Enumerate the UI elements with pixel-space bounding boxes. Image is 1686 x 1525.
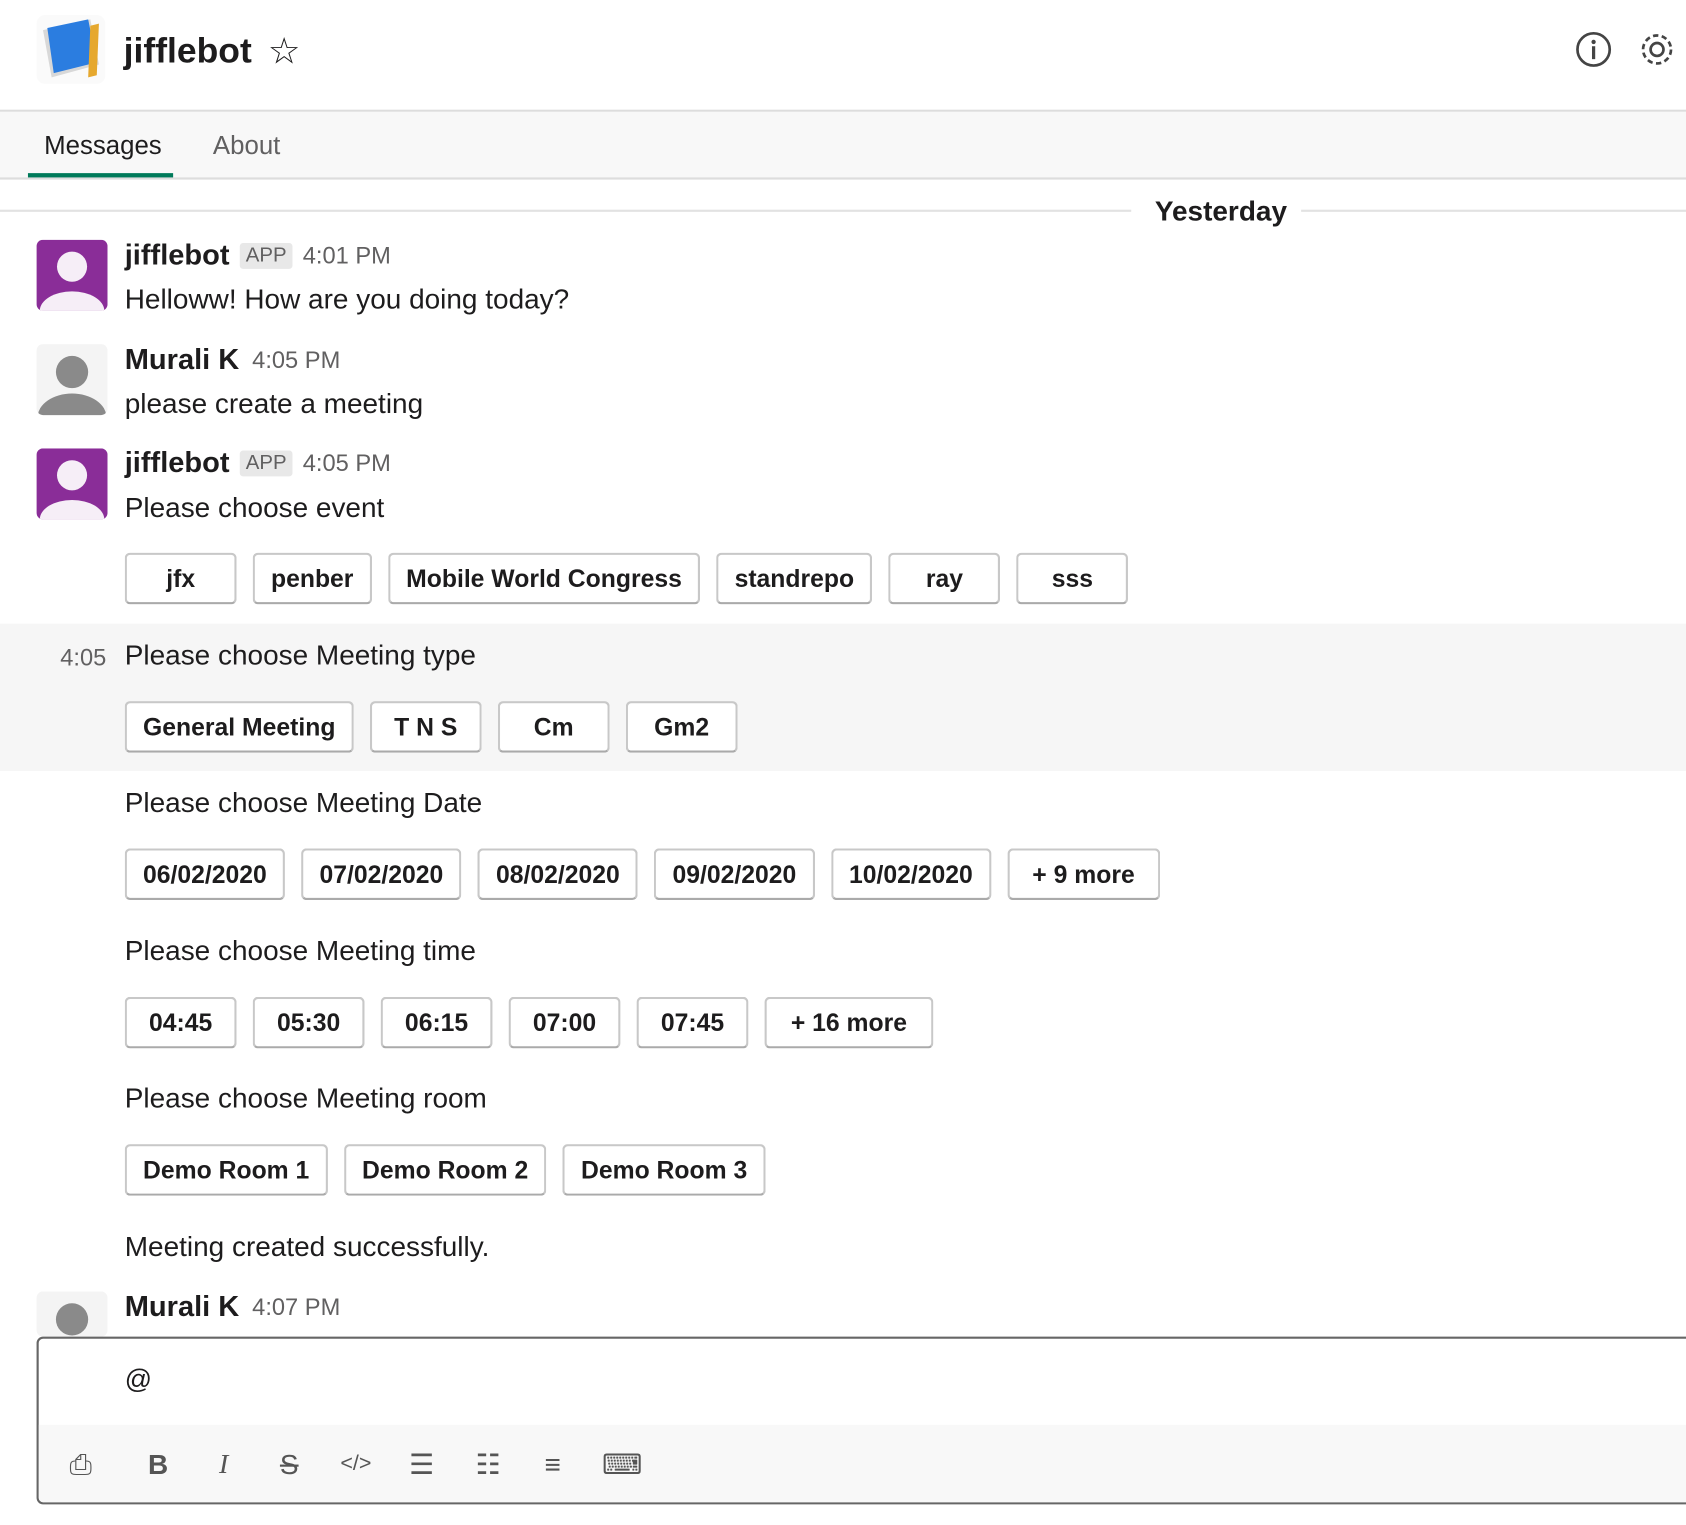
- app-badge: APP: [240, 450, 292, 476]
- room-button[interactable]: Demo Room 3: [562, 1144, 766, 1196]
- event-buttons: jfx penber Mobile World Congress standre…: [124, 552, 1129, 605]
- date-button[interactable]: 09/02/2020: [654, 848, 815, 901]
- bold-icon[interactable]: B: [142, 1448, 174, 1481]
- author-name[interactable]: Murali K: [125, 1290, 240, 1323]
- more-times-button[interactable]: + 16 more: [764, 996, 934, 1049]
- ordered-list-icon[interactable]: ☰: [405, 1448, 437, 1481]
- event-button[interactable]: standrepo: [716, 552, 873, 605]
- message-text: Please choose Meeting Date: [124, 786, 483, 819]
- message-input[interactable]: @: [125, 1365, 152, 1396]
- author-name[interactable]: jifflebot: [125, 239, 230, 272]
- divider: [0, 209, 1132, 212]
- bulleted-list-icon[interactable]: ☷: [472, 1448, 504, 1481]
- time-button[interactable]: 07:00: [508, 996, 621, 1049]
- hover-timestamp[interactable]: 4:05: [60, 644, 106, 672]
- meeting-type-button[interactable]: Gm2: [625, 701, 738, 753]
- meeting-type-button[interactable]: General Meeting: [124, 701, 354, 753]
- event-button[interactable]: ray: [888, 552, 1001, 605]
- message-text: Please choose Meeting room: [124, 1081, 487, 1115]
- active-tab-indicator: [27, 173, 174, 178]
- message-header: Murali K 4:07 PM: [125, 1290, 341, 1323]
- time-button[interactable]: 07:45: [636, 996, 749, 1049]
- gear-icon[interactable]: [1638, 30, 1677, 69]
- strikethrough-icon[interactable]: S: [273, 1448, 305, 1481]
- room-buttons: Demo Room 1 Demo Room 2 Demo Room 3: [124, 1144, 766, 1196]
- room-button[interactable]: Demo Room 2: [343, 1144, 547, 1196]
- timestamp[interactable]: 4:01 PM: [303, 241, 391, 269]
- blockquote-icon[interactable]: ≡: [537, 1448, 569, 1481]
- tab-bar: Messages About: [0, 111, 1686, 180]
- app-logo-icon: [36, 15, 106, 84]
- timestamp[interactable]: 4:05 PM: [252, 346, 340, 374]
- message-header: jifflebot APP 4:01 PM: [125, 239, 391, 272]
- attach-icon[interactable]: ⎙: [65, 1448, 97, 1482]
- message-text: Meeting created successfully.: [124, 1230, 490, 1263]
- author-name[interactable]: jifflebot: [125, 446, 230, 479]
- message-text: Please choose event: [124, 491, 385, 524]
- date-button[interactable]: 06/02/2020: [124, 848, 286, 901]
- date-buttons: 06/02/2020 07/02/2020 08/02/2020 09/02/2…: [124, 848, 1160, 901]
- tab-about[interactable]: About: [213, 131, 280, 161]
- date-button[interactable]: 07/02/2020: [301, 848, 462, 901]
- time-button[interactable]: 06:15: [380, 996, 493, 1049]
- bot-avatar[interactable]: [36, 239, 108, 311]
- formatting-toolbar: ⎙ B I S </> ☰ ☷ ≡ ⌨: [38, 1424, 1686, 1503]
- meeting-type-button[interactable]: T N S: [369, 701, 482, 753]
- message-text: Please choose Meeting time: [124, 934, 476, 967]
- more-dates-button[interactable]: + 9 more: [1007, 848, 1160, 901]
- message-header: jifflebot APP 4:05 PM: [125, 446, 391, 479]
- message-composer[interactable]: @ ⎙ B I S </> ☰ ☷ ≡ ⌨: [36, 1336, 1686, 1505]
- user-avatar[interactable]: [36, 344, 108, 416]
- event-button[interactable]: Mobile World Congress: [387, 552, 701, 605]
- app-badge: APP: [240, 242, 292, 269]
- date-button[interactable]: 08/02/2020: [477, 848, 639, 901]
- channel-title: jifflebot: [123, 30, 252, 70]
- event-button[interactable]: jfx: [124, 552, 237, 605]
- code-icon[interactable]: </>: [340, 1452, 372, 1477]
- tab-messages[interactable]: Messages: [44, 131, 162, 161]
- info-icon[interactable]: [1574, 30, 1613, 69]
- star-icon[interactable]: ☆: [268, 30, 301, 73]
- channel-header: jifflebot ☆: [0, 0, 1686, 112]
- divider: [1301, 209, 1686, 212]
- time-buttons: 04:45 05:30 06:15 07:00 07:45 + 16 more: [124, 996, 934, 1049]
- code-block-icon[interactable]: ⌨: [602, 1448, 642, 1481]
- message-text: Helloww! How are you doing today?: [124, 282, 570, 316]
- date-button[interactable]: 10/02/2020: [830, 848, 992, 901]
- meeting-type-button[interactable]: Cm: [497, 701, 610, 753]
- message-text: Please choose Meeting type: [124, 638, 476, 671]
- event-button[interactable]: penber: [252, 552, 372, 605]
- time-button[interactable]: 04:45: [124, 996, 237, 1049]
- timestamp[interactable]: 4:07 PM: [252, 1293, 340, 1321]
- message-header: Murali K 4:05 PM: [125, 343, 341, 376]
- time-button[interactable]: 05:30: [252, 996, 365, 1049]
- author-name[interactable]: Murali K: [125, 343, 240, 376]
- room-button[interactable]: Demo Room 1: [124, 1144, 328, 1196]
- meeting-type-buttons: General Meeting T N S Cm Gm2: [124, 701, 738, 753]
- italic-icon[interactable]: I: [208, 1448, 240, 1480]
- user-avatar[interactable]: [36, 1291, 108, 1337]
- timestamp[interactable]: 4:05 PM: [303, 449, 391, 477]
- day-divider-label[interactable]: Yesterday: [1155, 195, 1287, 228]
- message-text: please create a meeting: [124, 387, 424, 420]
- bot-avatar[interactable]: [36, 448, 108, 520]
- event-button[interactable]: sss: [1016, 552, 1129, 605]
